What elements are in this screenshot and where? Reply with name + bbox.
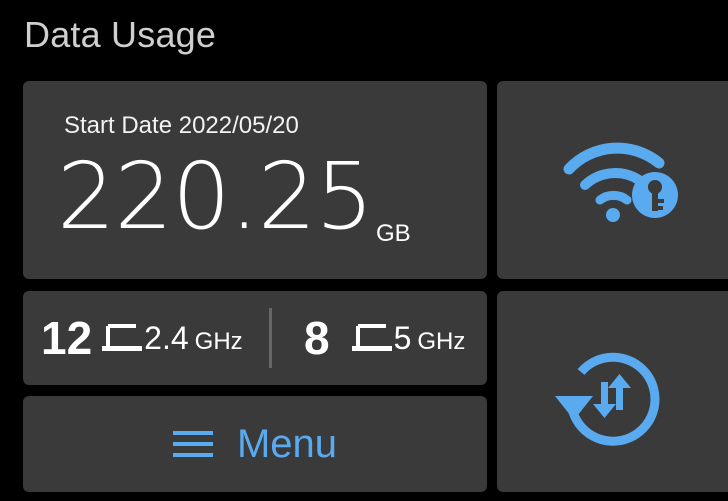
page-title: Data Usage bbox=[24, 14, 217, 55]
reset-usage-button[interactable] bbox=[497, 291, 728, 492]
menu-label: Menu bbox=[236, 421, 338, 466]
wifi-password-button[interactable] bbox=[497, 81, 728, 279]
devices-24ghz-unit: GHz bbox=[194, 328, 243, 355]
menu-button-content: Menu bbox=[23, 396, 487, 492]
menu-button[interactable]: Menu bbox=[23, 396, 487, 492]
devices-24ghz-count: 12 bbox=[41, 312, 93, 364]
usage-unit: GB bbox=[376, 220, 411, 247]
devices-5ghz: 8 5 GHz bbox=[304, 291, 465, 385]
devices-24ghz: 12 2.4 GHz bbox=[41, 291, 243, 385]
laptop-icon bbox=[351, 324, 392, 351]
usage-card: Start Date 2022/05/20 220.25 GB bbox=[23, 81, 487, 279]
devices-5ghz-count: 8 bbox=[304, 312, 330, 364]
devices-5ghz-band: 5 bbox=[393, 319, 412, 356]
usage-value: 220.25 bbox=[57, 143, 374, 250]
divider bbox=[269, 308, 272, 368]
start-date-label: Start Date 2022/05/20 bbox=[64, 112, 299, 139]
laptop-icon bbox=[102, 324, 143, 351]
hamburger-menu-icon bbox=[172, 431, 213, 457]
data-usage-screen: Data Usage Start Date 2022/05/20 220.25 … bbox=[0, 0, 728, 501]
devices-5ghz-unit: GHz bbox=[417, 328, 466, 355]
data-reset-icon bbox=[555, 352, 660, 446]
devices-24ghz-band: 2.4 bbox=[144, 319, 189, 356]
wifi-key-icon bbox=[563, 142, 678, 222]
connected-devices-card[interactable]: 12 2.4 GHz 8 5 GHz bbox=[23, 291, 487, 385]
